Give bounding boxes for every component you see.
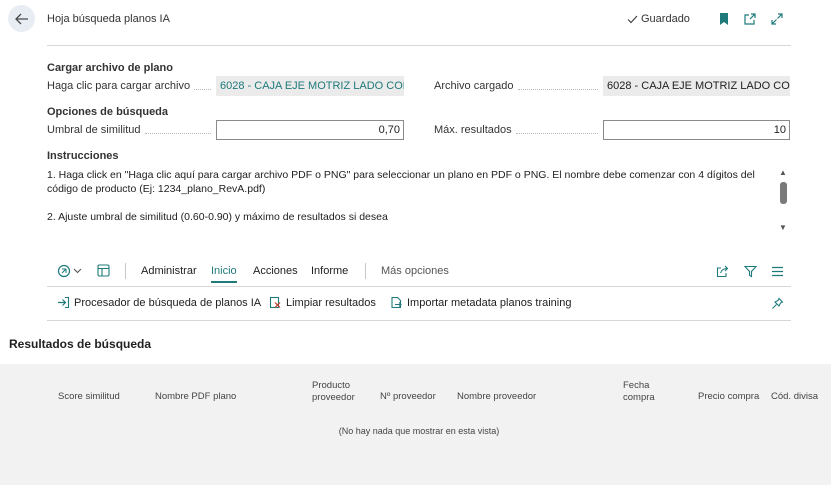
results-grid — [0, 364, 831, 485]
menu-separator — [125, 263, 126, 279]
menu-more-options[interactable]: Más opciones — [381, 265, 449, 277]
search-options-heading: Opciones de búsqueda — [47, 106, 169, 118]
upload-file-link[interactable]: 6028 - CAJA EJE MOTRIZ LADO CON... — [216, 76, 404, 96]
process-search-label: Procesador de búsqueda de planos IA — [74, 296, 262, 309]
chevron-down-icon — [73, 268, 82, 274]
actions-divider — [47, 320, 791, 321]
pin-icon — [772, 297, 784, 309]
share-icon — [716, 265, 729, 278]
checkmark-icon — [627, 15, 638, 23]
copilot-icon — [57, 264, 71, 278]
header-divider — [47, 45, 791, 46]
layout-icon — [97, 264, 110, 277]
max-results-input[interactable]: 10 — [603, 120, 790, 140]
back-button[interactable] — [8, 5, 35, 32]
menu-inicio[interactable]: Inicio — [211, 265, 237, 277]
filter-icon — [744, 265, 757, 278]
page-title: Hoja búsqueda planos IA — [47, 13, 170, 25]
threshold-label-text: Umbral de similitud — [47, 124, 141, 136]
column-header-currency-code[interactable]: Cód. divisa — [771, 391, 818, 403]
clear-icon — [269, 296, 281, 309]
list-icon — [772, 266, 783, 277]
clear-results-button[interactable]: Limpiar resultados — [269, 296, 376, 309]
instructions-text: 1. Haga click en "Haga clic aquí para ca… — [47, 168, 772, 224]
open-new-window-button[interactable] — [743, 12, 757, 26]
layout-button[interactable] — [97, 264, 110, 277]
menu-administrar[interactable]: Administrar — [141, 265, 197, 277]
bookmark-button[interactable] — [717, 12, 731, 26]
process-icon — [58, 296, 70, 309]
max-results-label-text: Máx. resultados — [434, 124, 512, 136]
column-header-score[interactable]: Score similitud — [58, 391, 120, 403]
menu-informe[interactable]: Informe — [311, 265, 348, 277]
scrollbar-thumb[interactable] — [780, 182, 787, 204]
loaded-file-value: 6028 - CAJA EJE MOTRIZ LADO CON... — [603, 76, 790, 96]
column-header-pdf-name[interactable]: Nombre PDF plano — [155, 391, 236, 403]
loaded-file-label: Archivo cargado — [434, 80, 602, 92]
filter-button[interactable] — [744, 265, 757, 278]
menu-separator — [365, 263, 366, 279]
process-search-button[interactable]: Procesador de búsqueda de planos IA — [57, 296, 261, 309]
open-new-window-icon — [744, 13, 756, 25]
upload-label-text: Haga clic para cargar archivo — [47, 80, 191, 92]
expand-icon — [771, 13, 783, 25]
import-icon — [391, 296, 402, 309]
column-header-supplier-no[interactable]: Nº proveedor — [380, 391, 436, 403]
scroll-down-arrow[interactable]: ▼ — [779, 223, 787, 232]
results-title: Resultados de búsqueda — [9, 337, 152, 351]
list-view-button[interactable] — [771, 266, 784, 277]
column-header-supplier-name[interactable]: Nombre proveedor — [457, 391, 536, 403]
upload-field-label: Haga clic para cargar archivo — [47, 80, 215, 92]
menu-acciones[interactable]: Acciones — [253, 265, 298, 277]
clear-results-label: Limpiar resultados — [286, 296, 376, 309]
expand-button[interactable] — [770, 12, 784, 26]
import-metadata-button[interactable]: Importar metadata planos training — [390, 296, 571, 309]
max-results-field-label: Máx. resultados — [434, 124, 602, 136]
bookmark-icon — [720, 13, 728, 25]
pin-button[interactable] — [771, 297, 784, 310]
column-header-purchase-price[interactable]: Precio compra — [698, 391, 759, 403]
empty-results-message: (No hay nada que mostrar en esta vista) — [338, 426, 500, 436]
load-section-heading: Cargar archivo de plano — [47, 62, 173, 74]
menu-divider — [47, 286, 791, 287]
instructions-line-1: 1. Haga click en "Haga clic aquí para ca… — [47, 169, 755, 195]
share-button[interactable] — [716, 265, 729, 278]
saved-label: Guardado — [641, 13, 690, 25]
import-metadata-label: Importar metadata planos training — [407, 296, 572, 309]
threshold-input[interactable]: 0,70 — [216, 120, 404, 140]
scroll-up-arrow[interactable]: ▲ — [779, 168, 787, 177]
column-header-purchase-date[interactable]: Fecha compra — [623, 380, 663, 404]
column-header-product-supplier[interactable]: Producto proveedor — [312, 380, 362, 404]
copilot-menu-button[interactable] — [57, 264, 82, 278]
threshold-field-label: Umbral de similitud — [47, 124, 215, 136]
instructions-heading: Instrucciones — [47, 150, 119, 162]
instructions-line-2: 2. Ajuste umbral de similitud (0.60-0.90… — [47, 211, 388, 223]
loaded-label-text: Archivo cargado — [434, 80, 514, 92]
active-tab-indicator — [211, 281, 237, 283]
saved-status: Guardado — [627, 13, 690, 25]
back-arrow-icon — [14, 13, 28, 24]
